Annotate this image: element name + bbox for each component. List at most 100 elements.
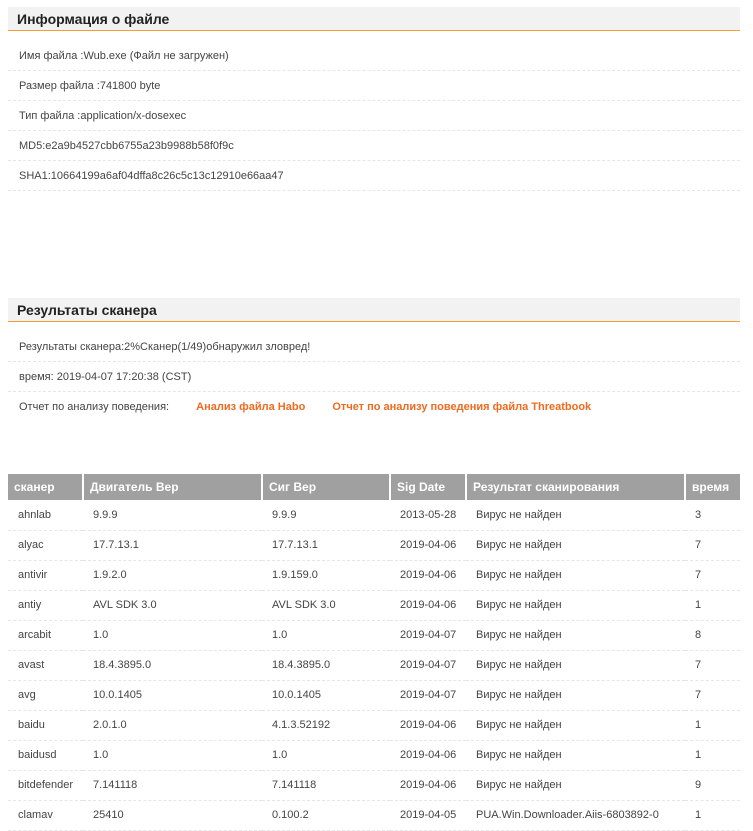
file-info-header: Информация о файле (8, 7, 740, 31)
scan-time: 1 (685, 740, 740, 771)
engine-version: 17.7.13.1 (83, 530, 262, 561)
scan-time: 1 (685, 800, 740, 831)
sig-date: 2019-04-06 (390, 590, 466, 621)
sig-version: 4.1.3.52192 (262, 710, 390, 741)
table-header-row: сканер Двигатель Вер Сиг Вер Sig Date Ре… (8, 474, 740, 500)
sig-version: 1.0 (262, 620, 390, 651)
scanner-name: bitdefender (8, 770, 83, 801)
sig-date: 2019-04-06 (390, 710, 466, 741)
scan-time: время: 2019-04-07 17:20:38 (CST) (8, 362, 740, 392)
scan-results-table: сканер Двигатель Вер Сиг Вер Sig Date Ре… (8, 474, 740, 831)
table-row: antiy AVL SDK 3.0 AVL SDK 3.0 2019-04-06 Вир… (8, 590, 740, 621)
table-row: avast 18.4.3895.0 18.4.3895.0 2019-04-07 Вир… (8, 650, 740, 681)
engine-version: AVL SDK 3.0 (83, 590, 262, 621)
table-row: bitdefender 7.141118 7.141118 2019-04-06 Вир… (8, 770, 740, 801)
scan-summary: Результаты сканера:2%Сканер(1/49)обнаруж… (8, 332, 740, 362)
engine-version: 25410 (83, 800, 262, 831)
engine-version: 1.0 (83, 740, 262, 771)
scan-result: Вирус не найден (466, 680, 685, 711)
col-sig-version: Сиг Вер (262, 474, 391, 500)
scan-time: 1 (685, 590, 740, 621)
scanner-name: avast (8, 650, 83, 681)
sig-version: AVL SDK 3.0 (262, 590, 390, 621)
file-name: Имя файла :Wub.exe (Файл не загружен) (8, 41, 740, 71)
behavior-report-label: Отчет по анализу поведения: (19, 401, 170, 413)
col-time: время (685, 474, 740, 500)
col-engine-version: Двигатель Вер (83, 474, 263, 500)
scan-time: 7 (685, 530, 740, 561)
col-sig-date: Sig Date (390, 474, 467, 500)
scan-time: 7 (685, 650, 740, 681)
col-scanner: сканер (8, 474, 84, 500)
file-size: Размер файла :741800 byte (8, 71, 740, 101)
table-row: ahnlab 9.9.9 9.9.9 2013-05-28 Вирус не найде… (8, 500, 740, 531)
scanner-name: antivir (8, 560, 83, 591)
scan-time: 7 (685, 560, 740, 591)
col-scan-result: Результат сканирования (466, 474, 686, 500)
file-md5: MD5:e2a9b4527cbb6755a23b9988b58f0f9c (8, 131, 740, 161)
scanner-results-title: Результаты сканера (17, 302, 157, 318)
table-row: baidusd 1.0 1.0 2019-04-06 Вирус не найден 1 (8, 740, 740, 771)
scanner-name: alyac (8, 530, 83, 561)
sig-version: 7.141118 (262, 770, 390, 801)
sig-version: 18.4.3895.0 (262, 650, 390, 681)
scanner-name: baidusd (8, 740, 83, 771)
file-sha1: SHA1:10664199a6af04dffa8c26c5c13c12910e6… (8, 161, 740, 191)
scanner-name: baidu (8, 710, 83, 741)
sig-version: 10.0.1405 (262, 680, 390, 711)
sig-version: 17.7.13.1 (262, 530, 390, 561)
engine-version: 9.9.9 (83, 500, 262, 531)
sig-date: 2019-04-07 (390, 680, 466, 711)
table-row: antivir 1.9.2.0 1.9.159.0 2019-04-06 Вирус н… (8, 560, 740, 591)
behavior-report-row: Отчет по анализу поведения: Анализ файла… (8, 392, 740, 422)
scan-result: Вирус не найден (466, 500, 685, 531)
engine-version: 10.0.1405 (83, 680, 262, 711)
scanner-name: arcabit (8, 620, 83, 651)
scanner-results-list: Результаты сканера:2%Сканер(1/49)обнаруж… (8, 332, 740, 422)
table-row: baidu 2.0.1.0 4.1.3.52192 2019-04-06 Вирус н… (8, 710, 740, 741)
scan-time: 3 (685, 500, 740, 531)
sig-version: 9.9.9 (262, 500, 390, 531)
scan-result: Вирус не найден (466, 770, 685, 801)
scan-result: Вирус не найден (466, 740, 685, 771)
scanner-name: clamav (8, 800, 83, 831)
sig-date: 2019-04-06 (390, 770, 466, 801)
scan-time: 8 (685, 620, 740, 651)
sig-version: 0.100.2 (262, 800, 390, 831)
threatbook-link[interactable]: Отчет по анализу поведения файла Threatb… (332, 401, 591, 413)
scan-result: Вирус не найден (466, 530, 685, 561)
table-row: alyac 17.7.13.1 17.7.13.1 2019-04-06 Вирус н… (8, 530, 740, 561)
sig-date: 2019-04-06 (390, 560, 466, 591)
scan-table-body: ahnlab 9.9.9 9.9.9 2013-05-28 Вирус не найде… (8, 500, 740, 831)
engine-version: 18.4.3895.0 (83, 650, 262, 681)
engine-version: 1.0 (83, 620, 262, 651)
sig-date: 2019-04-06 (390, 530, 466, 561)
scan-result: PUA.Win.Downloader.Aiis-6803892-0 (466, 800, 685, 831)
engine-version: 2.0.1.0 (83, 710, 262, 741)
file-info-title: Информация о файле (17, 11, 170, 27)
scan-result: Вирус не найден (466, 650, 685, 681)
engine-version: 7.141118 (83, 770, 262, 801)
table-row: clamav 25410 0.100.2 2019-04-05 PUA.Win.Down… (8, 800, 740, 831)
scan-result: Вирус не найден (466, 590, 685, 621)
table-row: avg 10.0.1405 10.0.1405 2019-04-07 Вирус не … (8, 680, 740, 711)
scan-time: 1 (685, 710, 740, 741)
sig-version: 1.9.159.0 (262, 560, 390, 591)
scan-result: Вирус не найден (466, 620, 685, 651)
scanner-results-header: Результаты сканера (8, 298, 740, 322)
sig-date: 2019-04-05 (390, 800, 466, 831)
table-row: arcabit 1.0 1.0 2019-04-07 Вирус не найден 8 (8, 620, 740, 651)
sig-version: 1.0 (262, 740, 390, 771)
sig-date: 2019-04-06 (390, 740, 466, 771)
scanner-name: ahnlab (8, 500, 83, 531)
sig-date: 2019-04-07 (390, 620, 466, 651)
file-type: Тип файла :application/x-dosexec (8, 101, 740, 131)
sig-date: 2019-04-07 (390, 650, 466, 681)
scanner-name: avg (8, 680, 83, 711)
scan-result: Вирус не найден (466, 560, 685, 591)
scan-time: 9 (685, 770, 740, 801)
scan-result: Вирус не найден (466, 710, 685, 741)
habo-link[interactable]: Анализ файла Habo (196, 401, 305, 413)
sig-date: 2013-05-28 (390, 500, 466, 531)
engine-version: 1.9.2.0 (83, 560, 262, 591)
